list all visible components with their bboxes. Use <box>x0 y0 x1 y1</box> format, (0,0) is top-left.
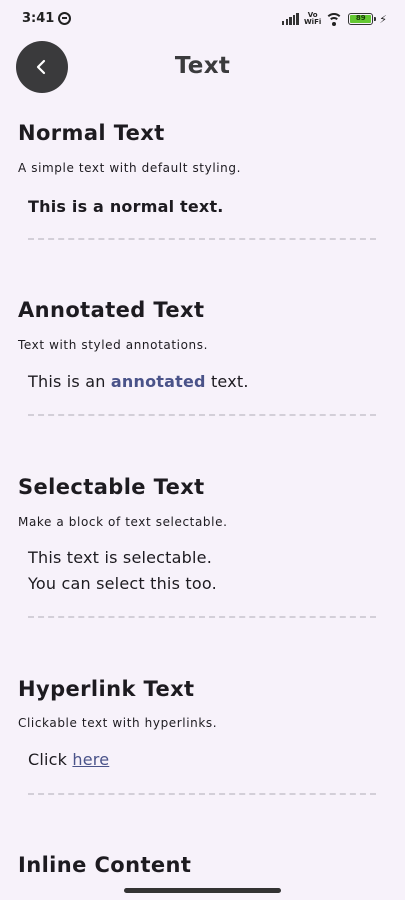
divider <box>28 793 376 795</box>
status-time: 3:41 <box>22 11 55 26</box>
hyperlink-text-sample: Click here <box>28 747 109 773</box>
status-icons: Vo WiFi 89 ⚡ <box>282 10 387 28</box>
selectable-text-line-1[interactable]: This text is selectable. <box>28 545 212 571</box>
divider <box>28 616 376 618</box>
annotated-text-prefix: This is an <box>28 372 111 391</box>
divider <box>28 238 376 240</box>
section-desc-hyperlink-text: Clickable text with hyperlinks. <box>18 716 218 730</box>
section-desc-selectable-text: Make a block of text selectable. <box>18 515 228 529</box>
section-title-normal-text: Normal Text <box>18 121 165 145</box>
section-title-annotated-text: Annotated Text <box>18 298 205 322</box>
notification-icon <box>58 12 71 25</box>
annotated-text-sample: This is an annotated text. <box>28 369 249 395</box>
section-title-inline-content: Inline Content <box>18 853 192 877</box>
hyperlink-here[interactable]: here <box>72 750 109 769</box>
page-title: Text <box>174 53 231 79</box>
home-indicator[interactable] <box>124 888 281 893</box>
section-desc-normal-text: A simple text with default styling. <box>18 161 242 175</box>
screen: 3:41 Vo WiFi 89 ⚡ Text Normal Text A sim… <box>0 0 405 900</box>
signal-icon <box>282 13 300 25</box>
wifi-icon <box>325 12 344 26</box>
annotated-text-emphasis: annotated <box>110 372 206 391</box>
hyperlink-prefix: Click <box>28 750 73 769</box>
battery-icon: 89 <box>348 13 377 25</box>
status-bar: 3:41 Vo WiFi 89 ⚡ <box>0 0 405 38</box>
annotated-text-suffix: text. <box>205 372 249 391</box>
selectable-text-line-2[interactable]: You can select this too. <box>28 571 217 597</box>
volte-icon: Vo WiFi <box>304 12 321 26</box>
divider <box>28 414 376 416</box>
charging-icon: ⚡ <box>379 12 387 26</box>
section-desc-annotated-text: Text with styled annotations. <box>18 338 208 352</box>
battery-level: 89 <box>350 15 372 23</box>
volte-label-bottom: WiFi <box>303 18 322 26</box>
normal-text-sample: This is a normal text. <box>28 197 224 216</box>
section-title-hyperlink-text: Hyperlink Text <box>18 677 195 701</box>
section-title-selectable-text: Selectable Text <box>18 475 205 499</box>
